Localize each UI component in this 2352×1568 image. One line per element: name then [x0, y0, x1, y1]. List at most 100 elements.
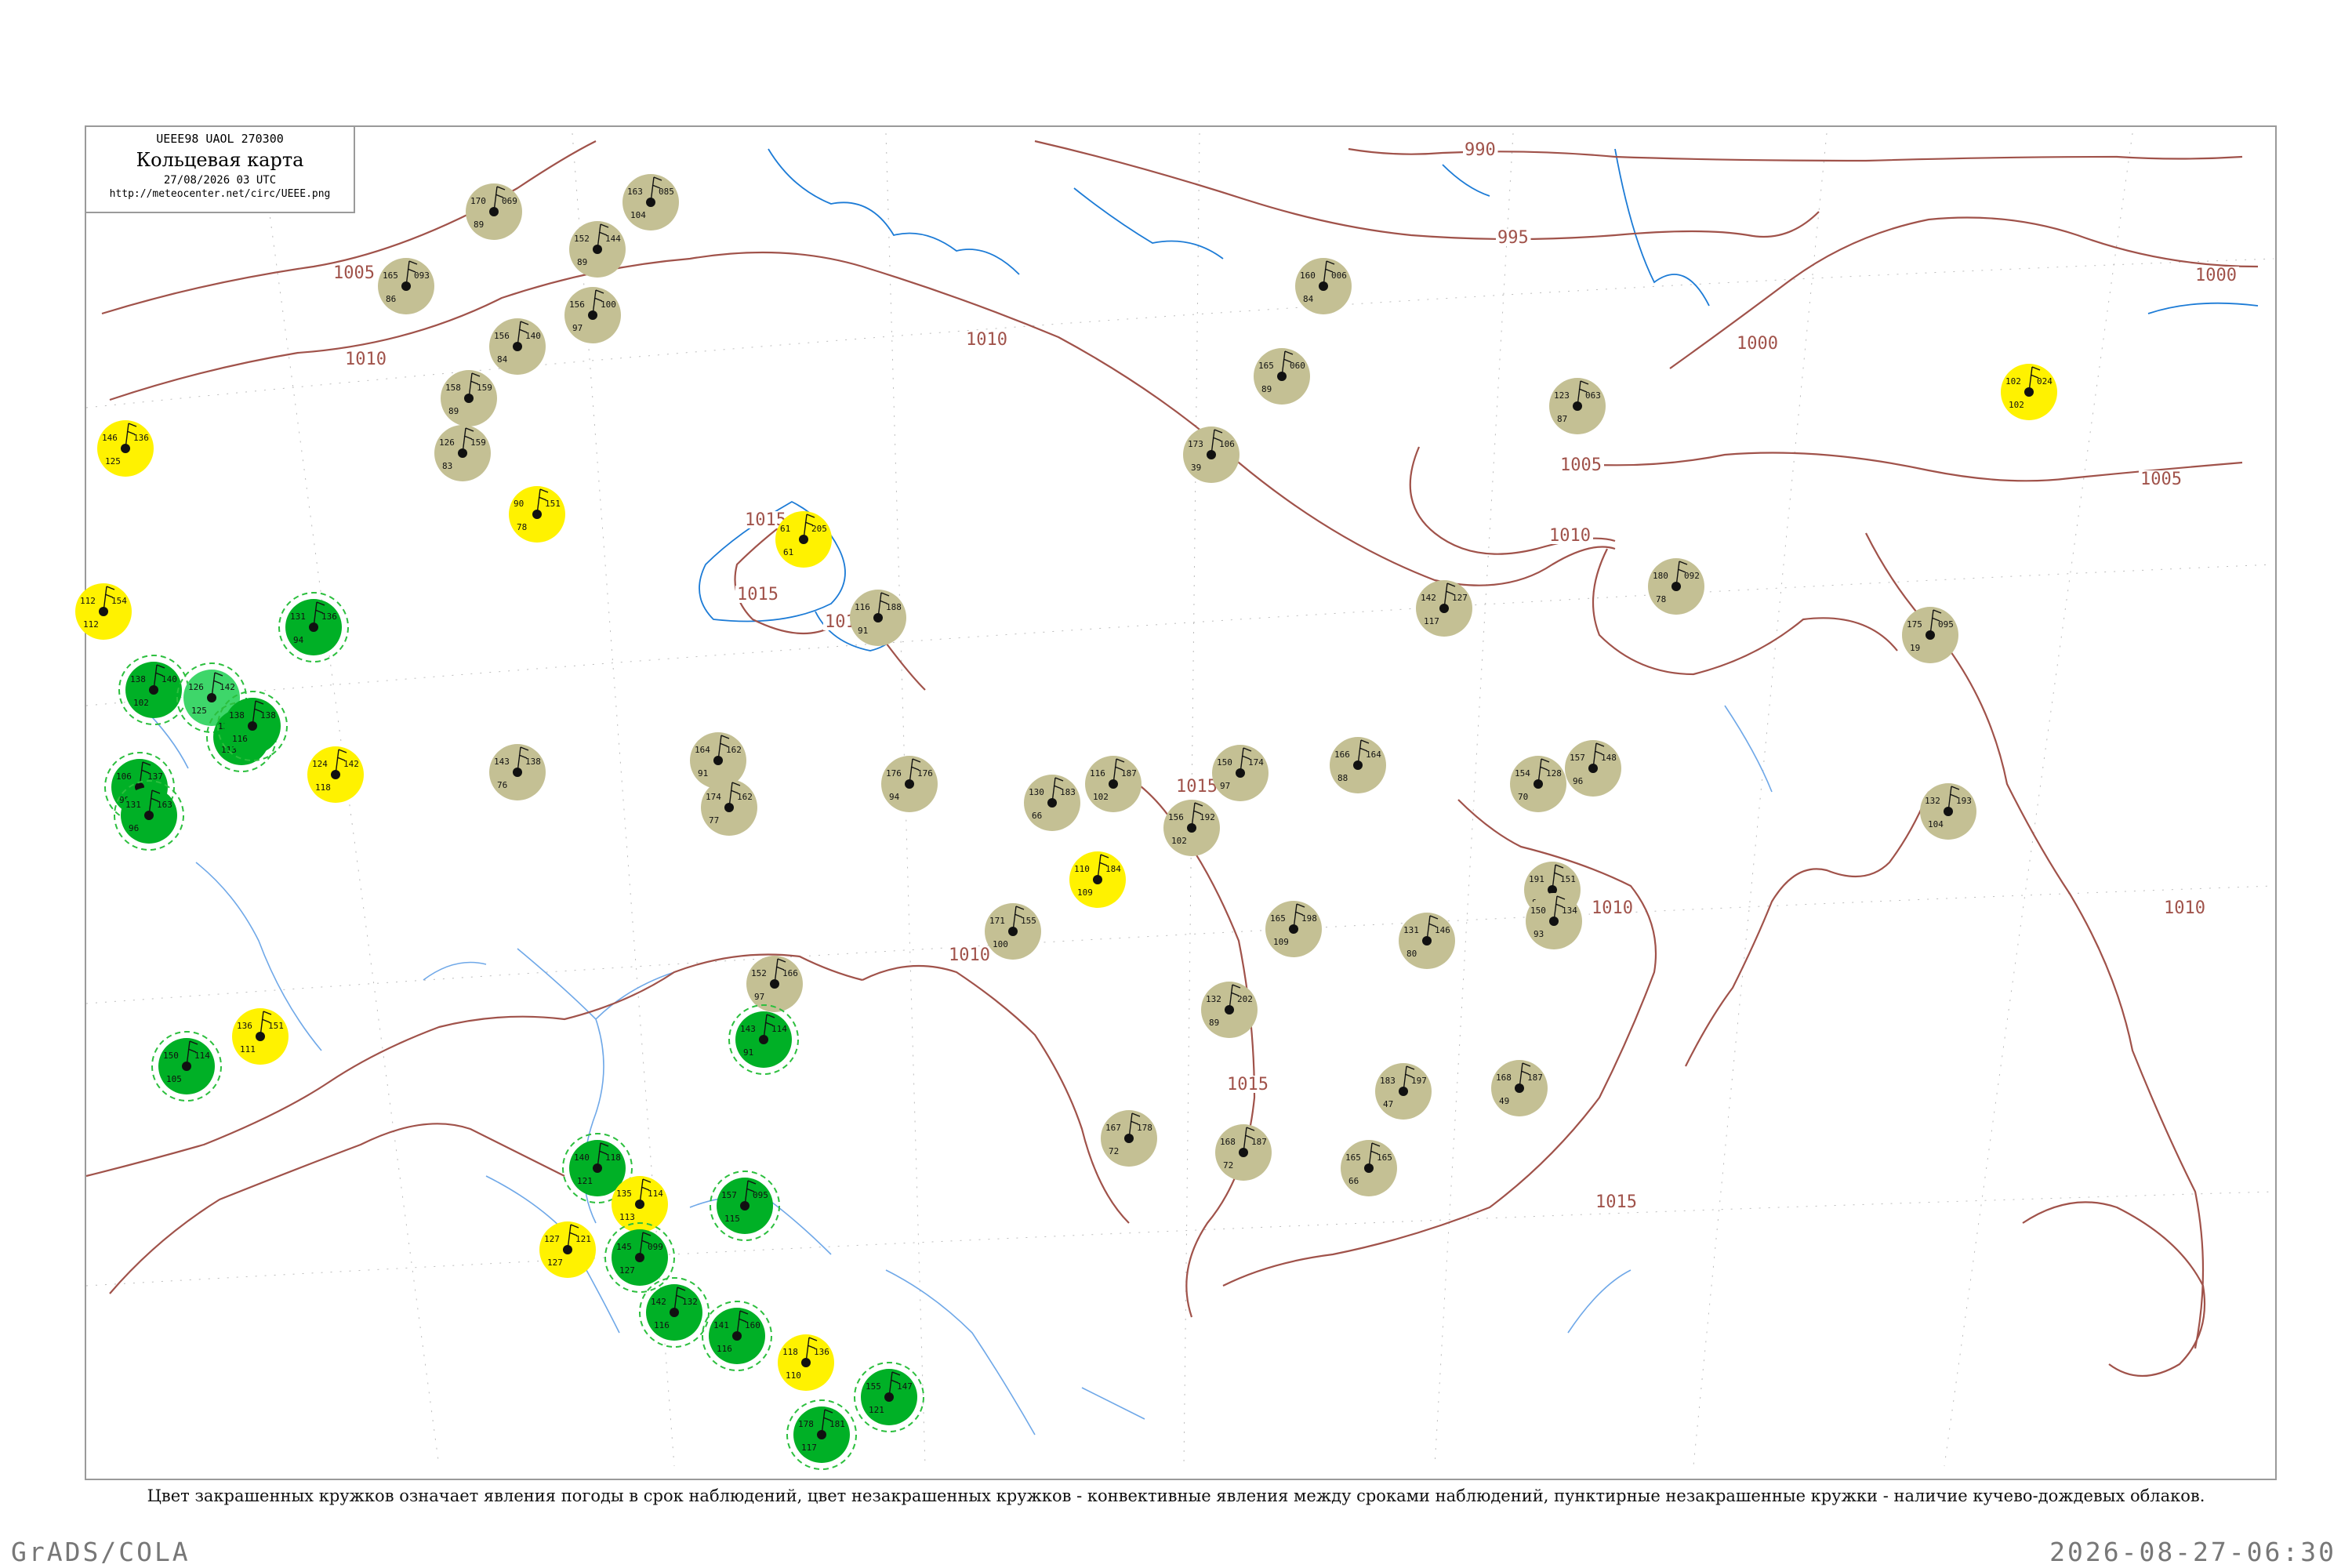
- station-plot: 171 155 100: [985, 903, 1041, 960]
- station-tendency: 128: [1546, 768, 1562, 779]
- station-tendency: 151: [545, 499, 561, 509]
- station-tendency: 106: [1219, 439, 1235, 449]
- station-dewpoint: 102: [2009, 400, 2024, 410]
- station-dewpoint: 116: [654, 1320, 670, 1330]
- station-tendency: 134: [1562, 906, 1577, 916]
- station-dewpoint: 109: [1273, 937, 1289, 947]
- station-pressure: 126: [439, 437, 455, 448]
- station-tendency: 154: [111, 596, 127, 606]
- footer-timestamp: 2026-08-27-06:30: [2049, 1537, 2336, 1567]
- synoptic-map: 9909951000100010051005100510101010101010…: [75, 132, 2274, 1470]
- station-dewpoint: 89: [448, 406, 459, 416]
- station-plot: 110 184 109: [1069, 851, 1126, 908]
- station-plot: 143 138 76: [489, 744, 546, 800]
- station-pressure: 167: [1105, 1123, 1121, 1133]
- station-pressure: 123: [1554, 390, 1570, 401]
- station-pressure: 124: [312, 759, 328, 769]
- station-pressure: 165: [1270, 913, 1286, 924]
- station-tendency: 121: [575, 1234, 591, 1244]
- station-pressure: 138: [229, 710, 245, 720]
- station-tendency: 202: [1237, 994, 1253, 1004]
- station-plot: 116 188 91: [850, 590, 906, 646]
- isobar-label: 1010: [949, 946, 990, 965]
- station-plot: 156 192 102: [1163, 800, 1220, 856]
- station-tendency: 188: [886, 602, 902, 612]
- station-tendency: 181: [829, 1419, 845, 1429]
- station-dewpoint: 94: [889, 792, 900, 802]
- station-pressure: 131: [290, 612, 306, 622]
- title-date: 27/08/2026 03 UTC: [163, 174, 277, 187]
- isobar-label: 1005: [2140, 470, 2182, 489]
- station-pressure: 156: [1168, 812, 1184, 822]
- station-dewpoint: 49: [1499, 1096, 1509, 1106]
- station-dewpoint: 84: [1303, 294, 1314, 304]
- station-pressure: 112: [80, 596, 96, 606]
- station-plot: 118 136 110: [778, 1334, 834, 1391]
- isobars: [85, 140, 2259, 1377]
- isobar-label: 1015: [1595, 1192, 1637, 1212]
- station-tendency: 144: [605, 234, 621, 244]
- station-dewpoint: 97: [754, 992, 764, 1002]
- station-tendency: 166: [782, 968, 798, 978]
- station-tendency: 132: [682, 1297, 698, 1307]
- station-plot: 165 165 66: [1341, 1140, 1397, 1196]
- station-plot: 135 114 113: [612, 1176, 668, 1232]
- station-dewpoint: 125: [105, 456, 121, 466]
- isobar-label: 1015: [1176, 777, 1218, 797]
- station-plot: 143 114 91: [728, 1004, 799, 1075]
- station-tendency: 164: [1366, 750, 1381, 760]
- station-tendency: 193: [1956, 796, 1972, 806]
- station-pressure: 191: [1529, 874, 1544, 884]
- station-pressure: 174: [706, 792, 721, 802]
- station-pressure: 150: [1217, 757, 1232, 768]
- station-pressure: 126: [188, 682, 204, 692]
- isobar-label: 1010: [1549, 526, 1591, 546]
- station-plot: 156 100 97: [564, 287, 621, 343]
- isobar-label: 990: [1465, 140, 1496, 160]
- station-plot: 168 187 72: [1215, 1124, 1272, 1181]
- station-plot: 164 162 91: [690, 732, 746, 789]
- station-tendency: 162: [726, 745, 742, 755]
- isobar-label: 1010: [345, 350, 387, 369]
- station-pressure: 175: [1907, 619, 1922, 630]
- station-plot: 132 202 89: [1201, 982, 1258, 1038]
- station-plot: 130 183 66: [1024, 775, 1080, 831]
- station-pressure: 156: [569, 299, 585, 310]
- station-tendency: 165: [1377, 1152, 1392, 1163]
- station-dewpoint: 104: [1928, 819, 1944, 829]
- title-url[interactable]: http://meteocenter.net/circ/UEEE.png: [86, 188, 354, 200]
- station-dewpoint: 76: [497, 780, 507, 790]
- station-plot: 174 162 77: [701, 779, 757, 836]
- station-tendency: 187: [1121, 768, 1137, 779]
- station-plot: 150 114 105: [151, 1031, 222, 1102]
- station-pressure: 116: [1090, 768, 1105, 779]
- station-plot: 183 197 47: [1375, 1063, 1432, 1120]
- station-dewpoint: 66: [1032, 811, 1042, 821]
- station-tendency: 114: [648, 1189, 663, 1199]
- station-tendency: 142: [343, 759, 359, 769]
- station-pressure: 183: [1380, 1076, 1396, 1086]
- station-plot: 178 181 117: [786, 1399, 857, 1470]
- station-tendency: 163: [157, 800, 172, 810]
- station-pressure: 150: [1530, 906, 1546, 916]
- station-pressure: 160: [1300, 270, 1316, 281]
- station-pressure: 157: [1570, 753, 1585, 763]
- station-plot: 141 160 116: [702, 1301, 772, 1371]
- station-tendency: 092: [1684, 571, 1700, 581]
- station-pressure: 165: [383, 270, 398, 281]
- station-tendency: 095: [753, 1190, 768, 1200]
- station-tendency: 060: [1290, 361, 1305, 371]
- station-dewpoint: 121: [577, 1176, 593, 1186]
- station-plot: 136 151 111: [232, 1008, 289, 1065]
- station-pressure: 150: [163, 1051, 179, 1061]
- station-dewpoint: 100: [993, 939, 1008, 949]
- station-pressure: 127: [544, 1234, 560, 1244]
- station-dewpoint: 96: [1573, 776, 1583, 786]
- station-plot: 173 106 39: [1183, 426, 1240, 483]
- station-pressure: 132: [1925, 796, 1940, 806]
- station-dewpoint: 89: [577, 257, 587, 267]
- station-tendency: 176: [917, 768, 933, 779]
- station-dewpoint: 102: [1093, 792, 1109, 802]
- station-pressure: 110: [1074, 864, 1090, 874]
- station-pressure: 178: [798, 1419, 814, 1429]
